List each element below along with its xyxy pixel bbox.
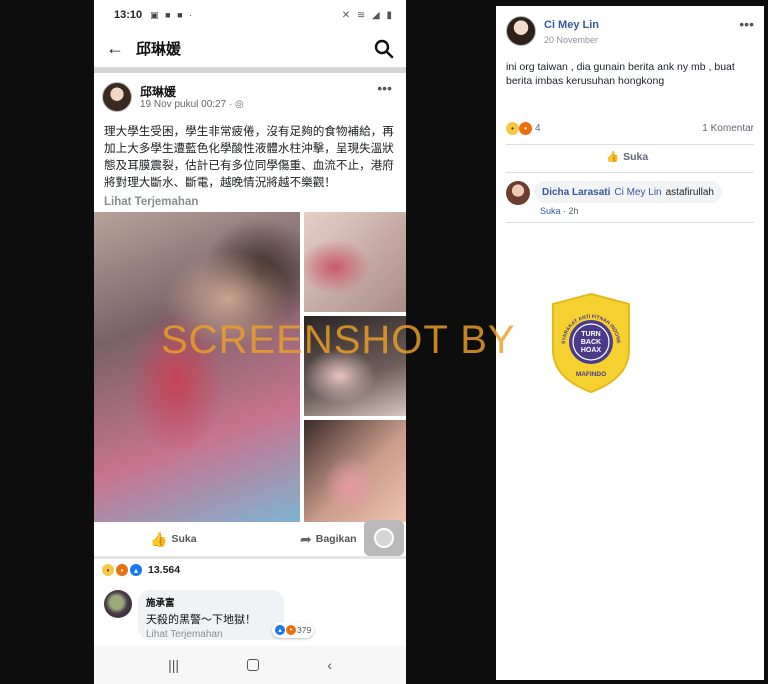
floating-bubble-button[interactable] bbox=[364, 520, 404, 556]
more-options-icon[interactable]: ••• bbox=[739, 16, 754, 32]
angry-reaction-icon: • bbox=[116, 564, 128, 576]
nav-back-icon[interactable]: ‹ bbox=[327, 657, 332, 673]
comment-reactions[interactable]: ▴ • 379 bbox=[272, 622, 315, 638]
commenter-avatar[interactable] bbox=[506, 181, 530, 205]
divider bbox=[94, 68, 406, 73]
divider bbox=[94, 556, 406, 559]
thumbs-up-icon: 👍 bbox=[150, 530, 168, 547]
like-reaction-icon: ▴ bbox=[130, 564, 142, 576]
post-header: 邱琳媛 19 Nov pukul 00:27 · ◎ ••• bbox=[102, 80, 398, 116]
separator-dot: · bbox=[563, 206, 567, 216]
post-author[interactable]: Ci Mey Lin bbox=[544, 19, 599, 31]
comment-see-translation[interactable]: Lihat Terjemahan bbox=[146, 629, 276, 640]
post-photo[interactable] bbox=[304, 212, 406, 312]
post-text: 理大學生受困，學生非常疲倦，沒有足夠的食物補給，再加上大多學生遭藍色化學酸性液體… bbox=[104, 124, 394, 189]
comment-bubble: Dicha Larasati Ci Mey Lin astafirullah bbox=[534, 181, 722, 203]
sad-reaction-icon: • bbox=[506, 121, 519, 135]
home-icon[interactable] bbox=[247, 659, 260, 671]
comment-author[interactable]: 施承富 bbox=[146, 595, 276, 609]
post-author[interactable]: 邱琳媛 bbox=[140, 83, 176, 100]
search-icon[interactable] bbox=[374, 39, 394, 59]
reaction-count: 13.564 bbox=[148, 564, 181, 576]
circle-icon bbox=[374, 528, 394, 548]
post-photo[interactable] bbox=[304, 420, 406, 522]
comment-text: 天殺的黑警～下地獄！ bbox=[146, 613, 256, 626]
comment-bubble: 施承富 天殺的黑警～下地獄！ Lihat Terjemahan bbox=[138, 590, 284, 640]
like-label: Suka bbox=[623, 150, 649, 163]
android-nav-bar: ||| ‹ bbox=[94, 646, 406, 684]
badge-center-text: BACK bbox=[581, 339, 601, 346]
post-actions: 👍 Suka ➦ Bagikan bbox=[94, 524, 406, 554]
comment-time[interactable]: 2h bbox=[569, 206, 579, 216]
sad-reaction-icon: • bbox=[102, 564, 114, 576]
badge-bottom-text: MAFINDO bbox=[576, 371, 606, 378]
avatar[interactable] bbox=[102, 82, 132, 112]
post-text: ini org taiwan , dia gunain berita ank n… bbox=[506, 61, 735, 87]
like-button[interactable]: 👍 Suka bbox=[606, 150, 649, 164]
recent-apps-icon[interactable]: ||| bbox=[168, 657, 179, 673]
divider bbox=[506, 172, 754, 173]
screenshot-watermark: SCREENSHOT BY bbox=[161, 318, 516, 362]
like-label: Suka bbox=[171, 533, 197, 545]
post-date[interactable]: 20 November bbox=[544, 35, 598, 45]
avatar[interactable] bbox=[506, 16, 536, 46]
comment-count[interactable]: 1 Komentar bbox=[702, 123, 754, 134]
reaction-summary[interactable]: • • ▴ 13.564 bbox=[102, 564, 180, 576]
post-meta: 19 Nov pukul 00:27 · ◎ bbox=[140, 99, 244, 110]
comment-mention[interactable]: Ci Mey Lin bbox=[614, 187, 661, 198]
comment-author[interactable]: Dicha Larasati bbox=[542, 187, 610, 198]
post-header: Ci Mey Lin 20 November ••• bbox=[506, 16, 756, 50]
angry-reaction-icon: • bbox=[286, 625, 296, 635]
app-bar-title: 邱琳媛 bbox=[136, 41, 182, 58]
badge-center-text: HOAX bbox=[581, 347, 602, 354]
comment-actions: Suka · 2h bbox=[540, 206, 579, 216]
system-icons: ✕ ≋ ◢ ▮ bbox=[341, 9, 394, 21]
like-button[interactable]: 👍 Suka bbox=[150, 531, 197, 548]
more-options-icon[interactable]: ••• bbox=[377, 80, 392, 96]
status-bar: 13:10 ▣ ■ ■ · ✕ ≋ ◢ ▮ bbox=[94, 0, 406, 30]
comment-reaction-count: 379 bbox=[297, 625, 312, 635]
share-label: Bagikan bbox=[315, 533, 357, 545]
see-translation-link[interactable]: Lihat Terjemahan bbox=[104, 196, 198, 208]
mafindo-badge-logo: MASYARAKAT ANTI FITNAH INDONESIA TURN BA… bbox=[549, 292, 630, 394]
post-photo[interactable] bbox=[94, 212, 300, 522]
angry-reaction-icon: • bbox=[519, 121, 532, 135]
post-stats: • • 4 1 Komentar bbox=[506, 120, 754, 136]
comment-text: astafirullah bbox=[665, 186, 714, 198]
post-photo-grid bbox=[94, 212, 406, 522]
divider bbox=[506, 222, 754, 223]
divider bbox=[506, 144, 754, 145]
notification-icons: ▣ ■ ■ · bbox=[150, 9, 195, 20]
thumbs-up-icon: 👍 bbox=[606, 151, 620, 163]
app-bar: ← 邱琳媛 bbox=[94, 30, 406, 68]
reaction-count[interactable]: 4 bbox=[535, 123, 541, 134]
back-arrow-icon[interactable]: ← bbox=[106, 38, 136, 59]
like-reaction-icon: ▴ bbox=[275, 625, 285, 635]
commenter-avatar[interactable] bbox=[104, 590, 132, 618]
badge-center-text: TURN bbox=[581, 331, 600, 338]
status-time: 13:10 bbox=[114, 9, 143, 21]
share-icon: ➦ bbox=[300, 530, 312, 547]
share-button[interactable]: ➦ Bagikan bbox=[300, 531, 357, 548]
comment-like-link[interactable]: Suka bbox=[540, 206, 561, 216]
